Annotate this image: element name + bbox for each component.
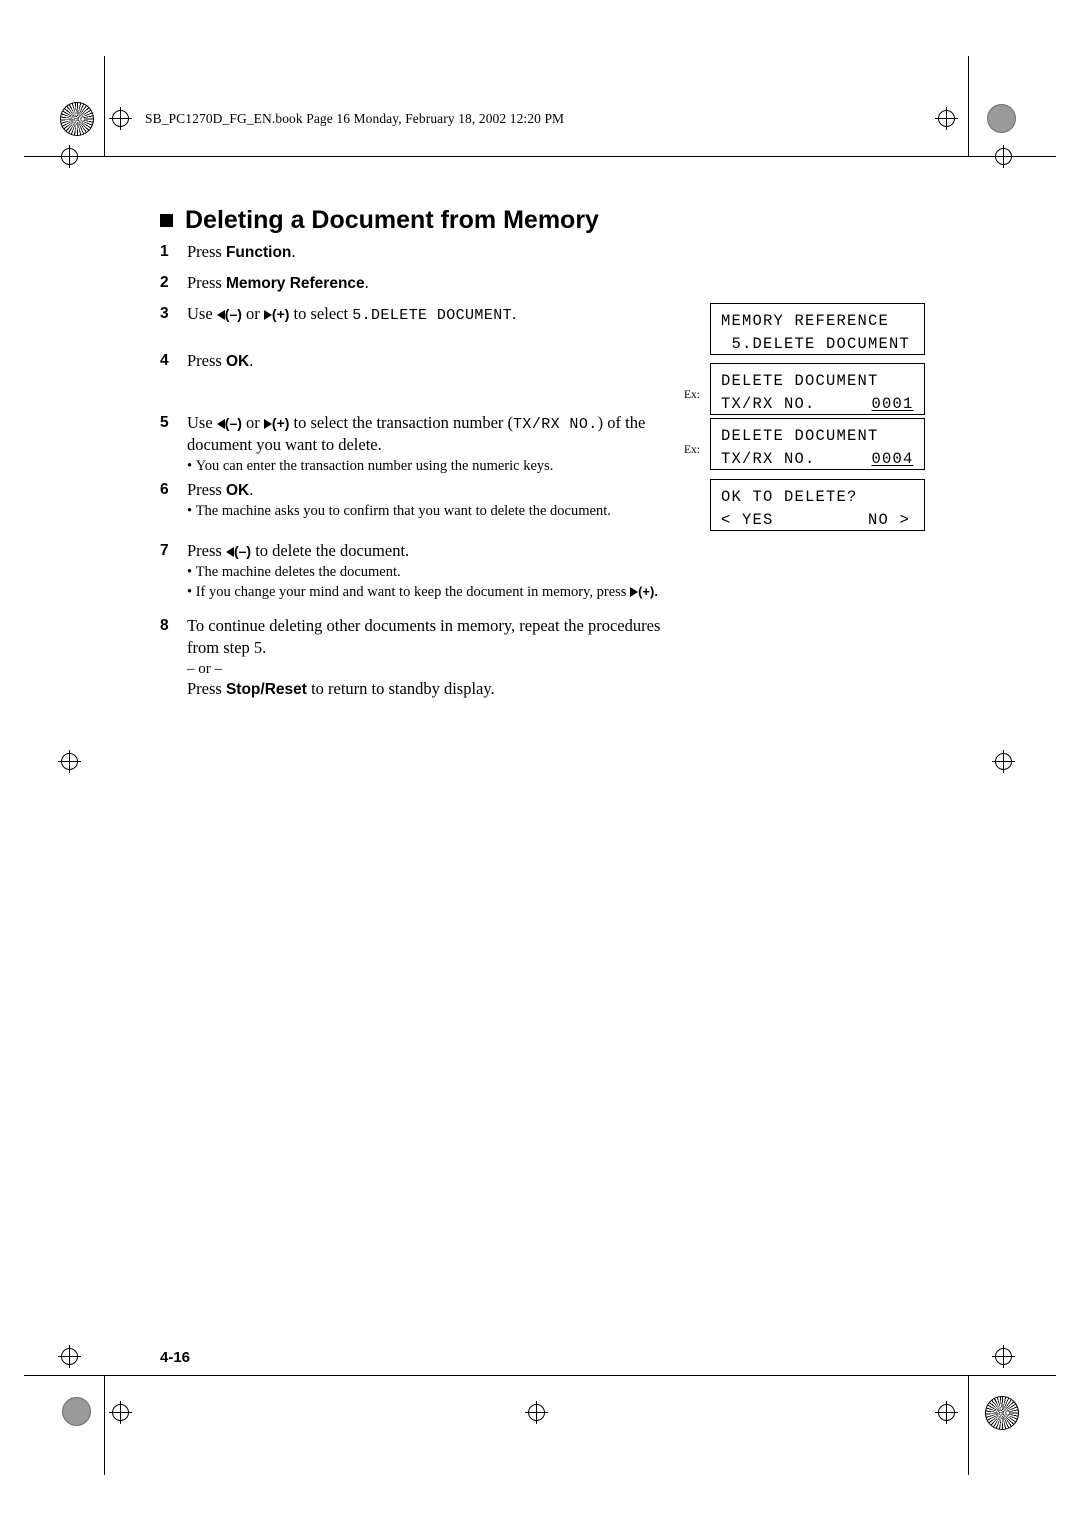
step-7-bullet-2-text: If you change your mind and want to keep… [195, 584, 631, 600]
right-arrow-icon [630, 587, 639, 597]
step-5-mono: TX/RX NO. [513, 416, 598, 433]
step-8-press-post: to return to standby display. [306, 679, 495, 698]
lcd-4-line-1: OK TO DELETE? [721, 488, 858, 506]
step-8-or: – or – [187, 661, 222, 677]
bullet-dot-icon: • [187, 584, 196, 600]
lcd-2-line-2: TX/RX NO. 0001 [721, 393, 924, 416]
step-3-mono: 5.DELETE DOCUMENT [352, 307, 513, 324]
step-8-press-pre: Press [187, 679, 226, 698]
step-3-plus: (+) [271, 306, 290, 322]
step-text-2: Press Memory Reference. [187, 272, 369, 295]
step-1-post: . [291, 242, 296, 261]
step-number-5: 5 [160, 414, 169, 431]
left-arrow-icon [216, 419, 225, 429]
step-3-minus: (–) [224, 306, 242, 322]
step-5-post: to select the transaction number ( [289, 413, 514, 432]
step-4-pre: Press [187, 351, 226, 370]
step-6-pre: Press [187, 480, 226, 499]
step-3-post: to select [289, 304, 353, 323]
step-text-3: Use (–) or (+) to select 5.DELETE DOCUME… [187, 303, 516, 326]
lcd-3-label: TX/RX NO. [721, 450, 816, 469]
lcd-3-value: 0004 [871, 450, 914, 469]
step-3-pre: Use [187, 304, 217, 323]
step-7-pre: Press [187, 541, 226, 560]
step-5-mid: or [241, 413, 264, 432]
step-text-1: Press Function. [187, 241, 296, 264]
step-1-pre: Press [187, 242, 226, 261]
lcd-panel-ok-to-delete: OK TO DELETE? < YES NO > [710, 479, 925, 531]
step-3-mid: or [241, 304, 264, 323]
page-title: Deleting a Document from Memory [185, 206, 599, 234]
step-6-post: . [249, 480, 254, 499]
step-2-pre: Press [187, 273, 226, 292]
step-5-bullet-1: • You can enter the transaction number u… [187, 458, 553, 475]
step-5-end: ) of the [597, 413, 646, 432]
step-text-7: Press (–) to delete the document. [187, 540, 409, 562]
step-3-end: . [512, 304, 517, 323]
step-4-bold: OK [225, 353, 250, 370]
step-8-press-line: Press Stop/Reset to return to standby di… [187, 678, 495, 701]
step-7-minus: (–) [233, 543, 252, 559]
lcd-1-line-1: MEMORY REFERENCE [721, 312, 890, 330]
lcd-4-line-2: < YES NO > [721, 511, 911, 530]
step-6-bold: OK [225, 482, 250, 499]
step-7-bullet-2: • If you change your mind and want to ke… [187, 584, 658, 601]
step-text-8-line1: To continue deleting other documents in … [187, 616, 661, 635]
step-5-plus: (+) [271, 415, 290, 431]
lcd-2-line-1: DELETE DOCUMENT [721, 372, 879, 390]
lcd-3-ex-label: Ex: [684, 444, 700, 456]
step-number-3: 3 [160, 305, 169, 322]
bullet-dot-icon: • [187, 458, 196, 474]
lcd-3-line-1: DELETE DOCUMENT [721, 427, 879, 445]
lcd-panel-memory-reference: MEMORY REFERENCE 5.DELETE DOCUMENT [710, 303, 925, 355]
right-arrow-icon [263, 310, 272, 320]
lcd-2-label: TX/RX NO. [721, 395, 816, 414]
step-text-8-line2: from step 5. [187, 638, 267, 657]
step-5-pre: Use [187, 413, 217, 432]
bullet-dot-icon: • [187, 503, 196, 519]
step-number-7: 7 [160, 542, 169, 559]
step-2-post: . [364, 273, 369, 292]
step-2-bold: Memory Reference [225, 275, 365, 292]
left-arrow-icon [225, 547, 234, 557]
step-number-6: 6 [160, 481, 169, 498]
step-number-2: 2 [160, 274, 169, 291]
left-arrow-icon [216, 310, 225, 320]
step-text-5-line2: document you want to delete. [187, 435, 382, 454]
step-5-minus: (–) [224, 415, 242, 431]
lcd-panel-delete-document-0004: DELETE DOCUMENT TX/RX NO. 0004 [710, 418, 925, 470]
step-1-bold: Function [225, 244, 292, 261]
step-4-post: . [249, 351, 254, 370]
step-6-bullet-1: • The machine asks you to confirm that y… [187, 503, 611, 520]
step-6-bullet-1-text: The machine asks you to confirm that you… [195, 503, 611, 519]
step-number-1: 1 [160, 243, 169, 260]
lcd-panel-delete-document-0001: DELETE DOCUMENT TX/RX NO. 0001 [710, 363, 925, 415]
lcd-2-ex-label: Ex: [684, 389, 700, 401]
step-7-bullet-1-text: The machine deletes the document. [195, 564, 401, 580]
page-number: 4-16 [160, 1349, 191, 1366]
step-text-6: Press OK. [187, 479, 253, 502]
step-7-bullet-2-tail: (+). [638, 584, 658, 599]
step-text-4: Press OK. [187, 350, 253, 373]
step-7-bullet-1: • The machine deletes the document. [187, 564, 401, 581]
bullet-dot-icon: • [187, 564, 196, 580]
right-arrow-icon [263, 419, 272, 429]
step-number-8: 8 [160, 617, 169, 634]
step-5-bullet-1-text: You can enter the transaction number usi… [195, 458, 554, 474]
lcd-3-line-2: TX/RX NO. 0004 [721, 448, 924, 471]
step-7-post: to delete the document. [251, 541, 410, 560]
lcd-2-value: 0001 [871, 395, 914, 414]
page-content: Deleting a Document from Memory 1 Press … [0, 0, 1080, 1528]
section-bullet-icon [160, 214, 173, 227]
lcd-1-line-2: 5.DELETE DOCUMENT [721, 335, 911, 354]
step-text-5: Use (–) or (+) to select the transaction… [187, 412, 707, 435]
step-number-4: 4 [160, 352, 169, 369]
step-8-press-bold: Stop/Reset [225, 681, 307, 698]
